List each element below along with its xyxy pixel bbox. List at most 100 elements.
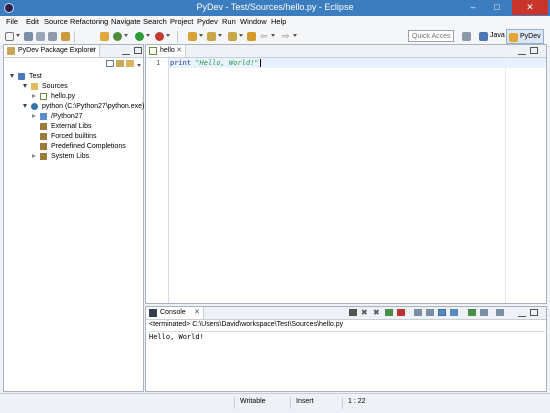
maximize-view-icon[interactable] [530,309,538,316]
maximize-button[interactable]: □ [486,0,508,15]
save-all-icon[interactable] [36,32,45,41]
tab-console[interactable]: Console ✕ [146,307,204,319]
new-console-icon[interactable] [496,309,504,316]
new-icon[interactable] [5,32,14,41]
debug-icon[interactable] [113,32,122,41]
editor-tab-label: hello [160,47,175,54]
code-string: "Hello, World!" [195,59,259,67]
menu-run[interactable]: Run [222,17,236,26]
menu-file[interactable]: File [6,17,18,26]
title-bar: PyDev - Test/Sources/hello.py - Eclipse … [0,0,550,16]
maximize-view-icon[interactable] [134,47,142,54]
package-explorer-tab-label: PyDev Package Explorer [18,47,96,54]
expand-icon[interactable] [23,84,27,88]
collapse-icon[interactable] [32,154,36,158]
terminated-label: <terminated> C:\Users\David\workspace\Te… [149,321,344,328]
console-tabbar: Console ✕ ✖ ✖ [146,307,546,320]
menu-source[interactable]: Source [44,17,68,26]
external-tools-dropdown-icon[interactable] [166,34,170,37]
pin-console-icon[interactable] [438,309,446,316]
folder-icon [40,113,47,120]
menu-project[interactable]: Project [170,17,193,26]
save-icon[interactable] [24,32,33,41]
open-type-icon[interactable] [61,32,70,41]
back-dropdown-icon[interactable] [271,34,275,37]
menu-window[interactable]: Window [240,17,267,26]
clear-console-icon[interactable] [414,309,422,316]
debug-dropdown-icon[interactable] [124,34,128,37]
console-output[interactable]: Hello, World! [149,333,204,341]
collapse-all-icon[interactable] [106,60,114,67]
menu-pydev[interactable]: Pydev [197,17,218,26]
minimize-button[interactable]: – [462,0,484,15]
menu-navigate[interactable]: Navigate [111,17,141,26]
display-selected-console-icon[interactable] [480,309,488,316]
tree-label: python (C:\Python27\python.exe) [42,103,145,110]
tree-label: Test [29,73,42,80]
forward-dropdown-icon[interactable] [293,34,297,37]
close-icon[interactable]: ✕ [90,45,96,57]
prev-annotation-dropdown-icon[interactable] [239,34,243,37]
open-perspective-icon[interactable] [462,32,471,41]
collapse-icon[interactable] [32,94,36,98]
java-perspective-icon [479,32,488,41]
next-annotation-icon[interactable] [207,32,216,41]
collapse-icon[interactable] [32,114,36,118]
open-console-icon[interactable] [468,309,476,316]
run-icon[interactable] [135,32,144,41]
libs-icon [40,133,47,140]
next-annotation-dropdown-icon[interactable] [218,34,222,37]
eclipse-window: PyDev - Test/Sources/hello.py - Eclipse … [0,0,550,413]
tree-label: Sources [42,83,68,90]
minimize-view-icon[interactable] [122,47,130,55]
scroll-lock-icon[interactable] [397,309,405,316]
remove-launch-icon[interactable]: ✖ [361,309,369,317]
minimize-view-icon[interactable] [518,309,526,317]
expand-icon[interactable] [23,104,27,108]
close-icon[interactable]: ✕ [176,45,182,57]
remove-all-icon[interactable]: ✖ [373,309,381,317]
tab-package-explorer[interactable]: PyDev Package Explorer ✕ [4,45,100,57]
expand-icon[interactable] [10,74,14,78]
menu-edit[interactable]: Edit [26,17,39,26]
print-icon[interactable] [48,32,57,41]
tree-label: External Libs [51,123,92,130]
word-wrap-icon[interactable] [426,309,434,316]
terminate-icon[interactable] [349,309,357,316]
tab-hello[interactable]: hello ✕ [146,45,186,57]
filter-icon[interactable] [126,60,134,67]
editor-tabbar: hello ✕ [146,45,546,58]
view-menu-icon[interactable] [137,64,141,67]
relaunch-icon[interactable] [385,309,393,316]
perspective-java-button[interactable]: Java [477,29,505,44]
status-cursor-position: 1 : 22 [348,398,366,405]
close-button[interactable]: ✕ [512,0,548,15]
libs-icon [40,123,47,130]
perspective-pydev-button[interactable]: PyDev [506,29,544,44]
menu-bar: File Edit Source Refactoring Navigate Se… [0,16,550,28]
menu-help[interactable]: Help [271,17,286,26]
close-icon[interactable]: ✕ [194,307,200,319]
package-explorer-icon [7,47,15,55]
libs-icon [40,143,47,150]
last-edit-icon[interactable] [247,32,256,41]
annotation-dropdown-icon[interactable] [199,34,203,37]
show-console-icon[interactable] [450,309,458,316]
forward-icon[interactable]: ⇨ [282,32,291,41]
code-line[interactable]: print "Hello, World!" [170,59,261,67]
run-dropdown-icon[interactable] [146,34,150,37]
menu-search[interactable]: Search [143,17,167,26]
link-with-editor-icon[interactable] [116,60,124,67]
pydev-icon[interactable] [100,32,109,41]
tree-label: System Libs [51,153,90,160]
maximize-view-icon[interactable] [530,47,538,54]
external-tools-icon[interactable] [155,32,164,41]
menu-refactoring[interactable]: Refactoring [70,17,108,26]
annotation-icon[interactable] [188,32,197,41]
quick-access-input[interactable] [408,30,454,42]
prev-annotation-icon[interactable] [228,32,237,41]
project-icon [18,73,25,80]
back-icon[interactable]: ⇦ [260,32,269,41]
minimize-view-icon[interactable] [518,47,526,55]
new-dropdown-icon[interactable] [16,34,20,37]
